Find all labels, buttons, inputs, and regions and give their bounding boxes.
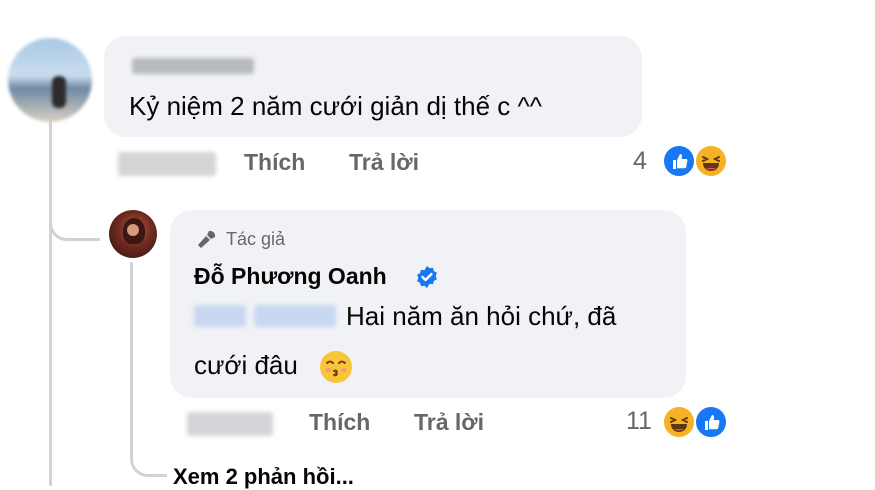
haha-icon[interactable] xyxy=(694,144,728,178)
microphone-icon xyxy=(194,228,218,252)
reply-text-line1: Hai năm ăn hỏi chứ, đã xyxy=(346,301,617,331)
comment-reply-link[interactable]: Trả lời xyxy=(349,149,419,176)
commenter-name-blurred[interactable] xyxy=(132,58,254,74)
reply-bubble: Tác giả Đỗ Phương Oanh Hai năm ăn hỏi ch… xyxy=(170,210,686,398)
kissing-face-icon xyxy=(318,349,354,385)
comment-reaction-count[interactable]: 4 xyxy=(633,147,647,176)
comment-like-link[interactable]: Thích xyxy=(244,149,305,176)
verified-badge-icon xyxy=(415,265,439,289)
author-avatar[interactable] xyxy=(109,210,157,258)
reply-reaction-count[interactable]: 11 xyxy=(626,407,652,436)
thread-connector-view-more xyxy=(130,440,167,477)
mentioned-name-blurred-2[interactable] xyxy=(254,305,336,327)
reply-author-name[interactable]: Đỗ Phương Oanh xyxy=(194,263,387,290)
comment-bubble: Kỷ niệm 2 năm cưới giản dị thế c ^^ xyxy=(104,36,642,137)
reply-timestamp-blurred[interactable] xyxy=(187,412,273,436)
thread-connector-reply-elbow xyxy=(49,200,100,241)
haha-icon[interactable] xyxy=(662,405,696,439)
like-icon[interactable] xyxy=(662,144,696,178)
view-more-replies-link[interactable]: Xem 2 phản hồi... xyxy=(173,464,354,490)
comment-timestamp-blurred[interactable] xyxy=(118,152,216,176)
thread-line-main xyxy=(49,118,52,486)
author-badge-label: Tác giả xyxy=(226,229,286,249)
like-icon[interactable] xyxy=(694,405,728,439)
comment-text: Kỷ niệm 2 năm cưới giản dị thế c ^^ xyxy=(129,91,542,121)
reply-like-link[interactable]: Thích xyxy=(309,409,370,436)
reply-text-line2: cưới đâu xyxy=(194,350,298,380)
commenter-avatar[interactable] xyxy=(8,38,92,122)
thread-line-reply xyxy=(130,262,133,452)
reply-reply-link[interactable]: Trả lời xyxy=(414,409,484,436)
mentioned-name-blurred-1[interactable] xyxy=(194,305,246,327)
